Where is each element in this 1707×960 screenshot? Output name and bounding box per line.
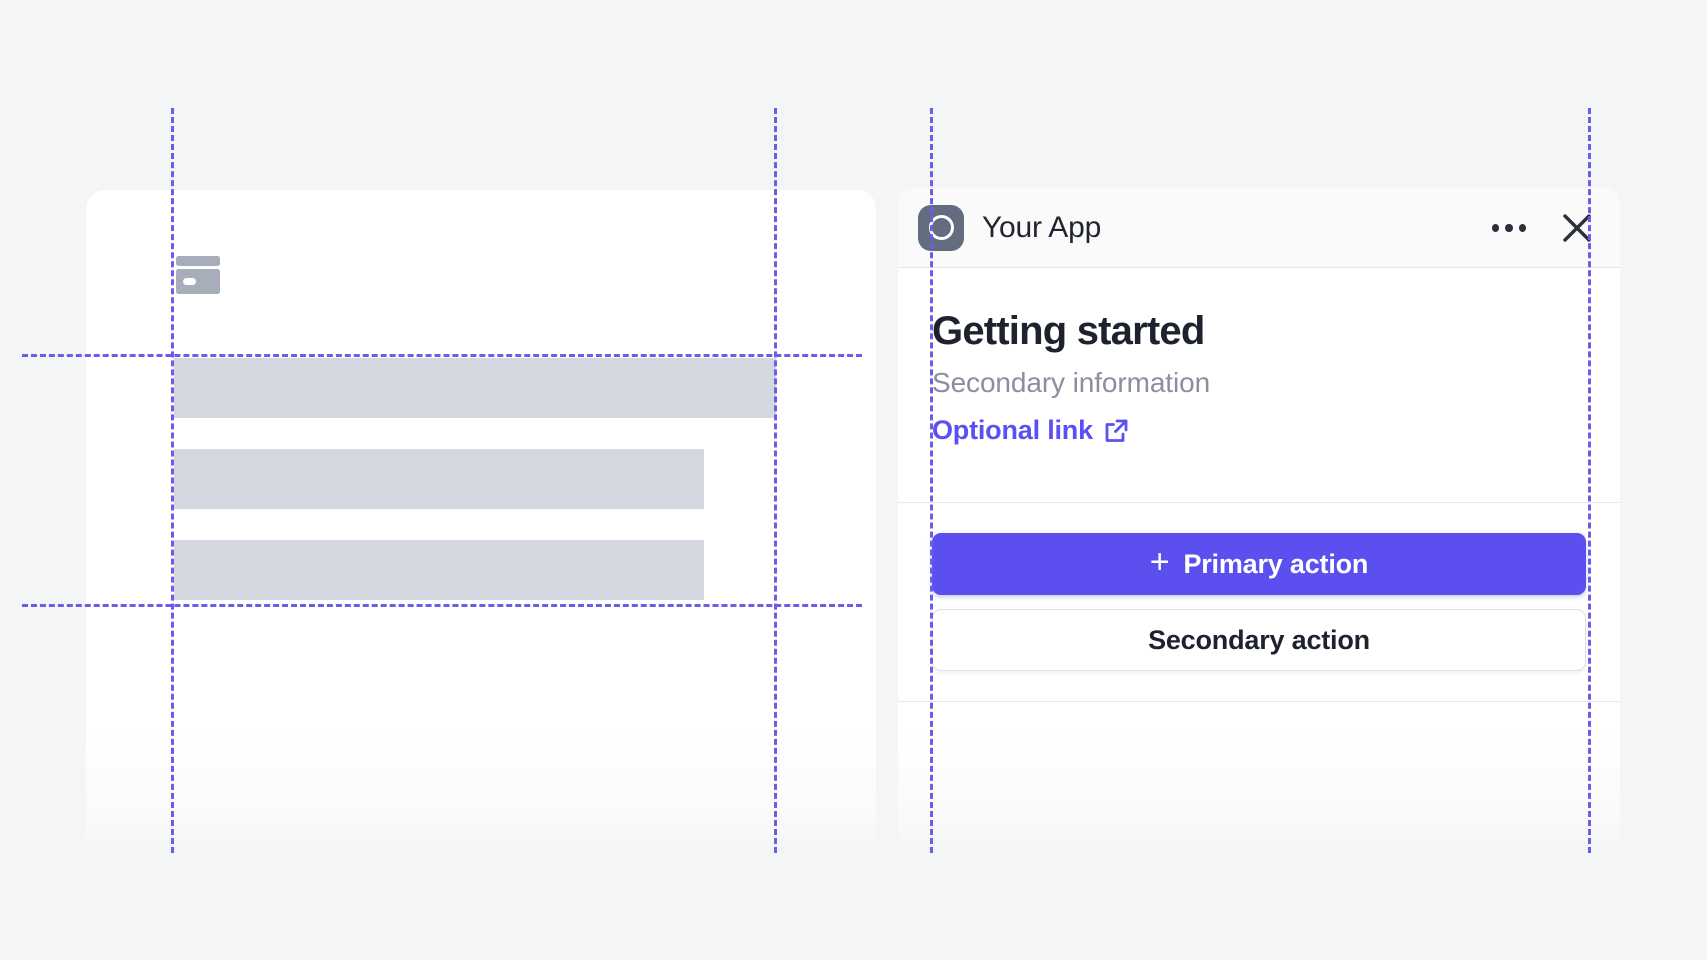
- page-title: Getting started: [932, 309, 1205, 353]
- more-horizontal-icon: [1492, 223, 1526, 233]
- skeleton-preview-card: [86, 190, 876, 855]
- close-button[interactable]: [1556, 207, 1598, 249]
- panel-header: Your App: [898, 188, 1620, 268]
- canvas-stage: Your App Getting started Secondary infor…: [0, 0, 1707, 960]
- optional-link-label: Optional link: [932, 415, 1093, 446]
- panel-footer: [898, 702, 1620, 856]
- credit-card-icon: [176, 256, 220, 294]
- plus-icon: +: [1149, 543, 1170, 581]
- app-title: Your App: [982, 210, 1102, 244]
- primary-action-button[interactable]: + Primary action: [932, 533, 1586, 595]
- placeholder-bar: [174, 540, 704, 600]
- app-circle-logo-icon: [918, 204, 964, 251]
- panel-actions: + Primary action Secondary action: [898, 503, 1620, 702]
- placeholder-bar: [174, 449, 704, 509]
- external-link-icon: [1105, 419, 1128, 442]
- panel-body: Getting started Secondary information Op…: [898, 268, 1620, 503]
- optional-link[interactable]: Optional link: [932, 415, 1129, 446]
- logo-ring-shape: [928, 215, 954, 240]
- page-subtitle: Secondary information: [932, 367, 1211, 399]
- secondary-action-button[interactable]: Secondary action: [932, 609, 1586, 671]
- app-panel: Your App Getting started Secondary infor…: [898, 188, 1620, 856]
- secondary-action-label: Secondary action: [1148, 624, 1370, 655]
- close-icon: [1563, 213, 1591, 242]
- header-actions: [1488, 207, 1598, 249]
- primary-action-label: Primary action: [1183, 548, 1369, 579]
- placeholder-bar: [174, 358, 776, 418]
- more-options-button[interactable]: [1488, 219, 1530, 237]
